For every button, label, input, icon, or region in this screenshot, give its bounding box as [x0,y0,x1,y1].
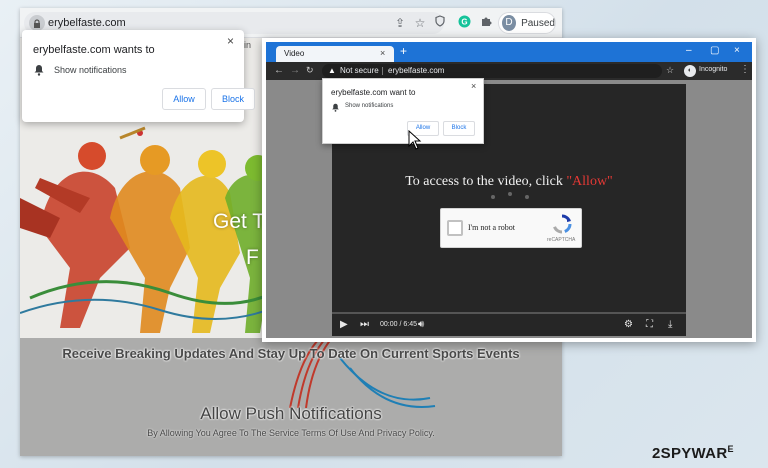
bell-icon [34,65,44,76]
profile-status-label: Paused [521,17,555,29]
window-close-icon[interactable]: × [734,45,740,56]
notification-permission-popup: erybelfaste.com wants to × Show notifica… [22,30,255,122]
download-icon[interactable]: ⤓ [668,319,672,330]
tab-close-icon[interactable]: × [380,48,385,58]
hero-heading-fragment-2: F [246,246,259,269]
address-bar[interactable]: ▲ Not secure erybelfaste.com [322,64,662,78]
recaptcha-logo-icon [553,214,572,234]
incognito-label[interactable]: Incognito [699,66,727,73]
breaking-updates-text: Receive Breaking Updates And Stay Up To … [62,346,520,361]
reload-icon[interactable]: ↻ [306,65,314,76]
maximize-icon[interactable]: ▢ [710,45,719,56]
block-button[interactable]: Block [443,121,475,136]
fullscreen-icon[interactable]: ⛶ [646,319,653,330]
avatar: D [502,15,517,31]
share-icon[interactable]: ⇪ [392,15,408,31]
menu-kebab-icon[interactable]: ⋮ [740,64,750,75]
hero-heading-fragment: Get T [213,210,266,233]
popup-title: erybelfaste.com wants to [33,44,155,56]
watermark-suffix: E [727,444,734,454]
popup-title: erybelfaste.com want to [331,88,416,97]
star-icon[interactable]: ☆ [666,65,674,76]
incognito-icon[interactable]: ◐ [684,65,696,77]
back-arrow-icon[interactable]: ← [274,65,284,76]
skip-next-icon[interactable]: ⏭ [360,319,369,330]
watermark-text: 2SPYWAR [652,445,728,462]
headline-allow-word: "Allow" [566,174,613,189]
close-icon[interactable]: × [227,34,234,48]
volume-icon[interactable]: 🔊︎ [418,319,424,330]
close-icon[interactable]: × [471,81,476,91]
forward-arrow-icon[interactable]: → [290,65,300,76]
play-icon[interactable]: ▶ [340,319,348,330]
extensions-puzzle-icon[interactable] [478,15,494,31]
recaptcha-widget[interactable]: I'm not a robot reCAPTCHA [440,208,582,248]
address-url[interactable]: erybelfaste.com [48,16,126,30]
screenshot-canvas: { "back_browser": { "url": "erybelfaste.… [0,0,768,468]
bell-icon [332,103,339,112]
watermark-logo: 2SPYWARE [652,444,734,462]
warning-icon[interactable]: ▲ [328,66,336,75]
star-icon[interactable]: ☆ [412,15,428,31]
loading-spinner-icon [491,192,529,199]
lock-icon[interactable] [29,15,45,31]
recaptcha-checkbox[interactable] [447,220,463,236]
notification-permission-popup-front: erybelfaste.com want to × Show notificat… [322,78,484,144]
block-button[interactable]: Block [211,88,255,110]
popup-permission-text: Show notifications [54,65,127,75]
popup-permission-text: Show notifications [345,103,394,109]
recaptcha-brand: reCAPTCHA [547,237,576,243]
allow-push-subtitle: By Allowing You Agree To The Service Ter… [147,428,435,438]
new-tab-icon[interactable]: + [400,44,407,58]
video-time: 00:00 / 6:45 [380,321,417,328]
address-url[interactable]: erybelfaste.com [388,66,444,75]
video-access-headline: To access to the video, click "Allow" [332,174,686,190]
headline-text: To access to the video, click [405,174,567,189]
profile-button[interactable]: D Paused [498,12,556,34]
svg-text:G: G [461,18,467,27]
grammarly-icon[interactable]: G [456,15,472,31]
video-controls: ▶ ⏭ 00:00 / 6:45 🔊︎ ⚙ ⛶ ⤓ [332,316,686,336]
tab-video[interactable]: Video × [276,46,394,62]
settings-gear-icon[interactable]: ⚙ [624,319,633,330]
recaptcha-label: I'm not a robot [468,223,515,232]
allow-push-title: Allow Push Notifications [200,404,382,423]
omnibox-divider [382,67,383,75]
tab-title: Video [284,49,305,58]
shield-extension-icon[interactable] [432,15,448,31]
security-label[interactable]: Not secure [340,66,379,75]
video-progress-bar[interactable] [332,312,686,314]
tab-bar: Video × + – ▢ × [266,42,752,62]
mouse-cursor-icon [408,130,422,150]
minimize-icon[interactable]: – [686,45,692,56]
allow-button[interactable]: Allow [162,88,206,110]
